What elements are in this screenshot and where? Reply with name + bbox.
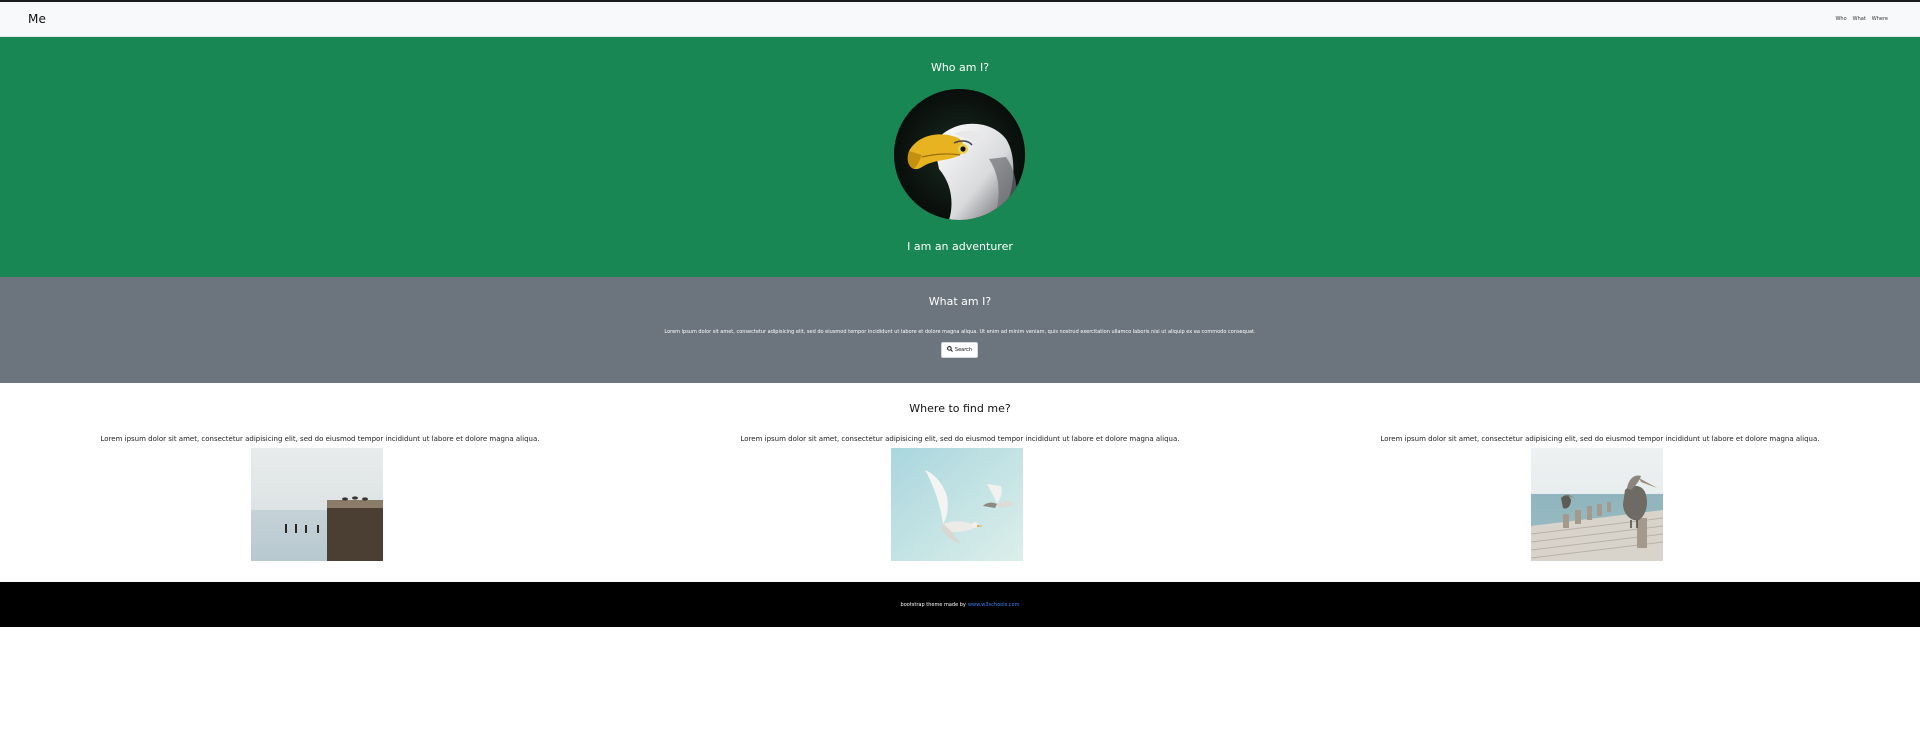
search-button[interactable]: Search [941, 342, 978, 358]
seagulls-flying-image [891, 448, 1023, 561]
nav-link-who[interactable]: Who [1835, 16, 1846, 22]
nav-links: Who What Where [1835, 16, 1892, 22]
search-button-label: Search [954, 347, 973, 353]
brand-link[interactable]: Me [28, 12, 46, 26]
pelican-on-dock-image [1531, 448, 1663, 561]
where-title: Where to find me? [909, 402, 1011, 415]
nav-link-what[interactable]: What [1853, 16, 1866, 22]
navbar: Me Who What Where [0, 2, 1920, 37]
birds-on-pier-image [251, 448, 383, 561]
where-caption-3: Lorem ipsum dolor sit amet, consectetur … [1380, 435, 1820, 443]
what-description: Lorem ipsum dolor sit amet, consectetur … [664, 329, 1256, 335]
footer-text: bootstrap theme made by [900, 601, 966, 608]
nav-link-where[interactable]: Where [1872, 16, 1888, 22]
who-title: Who am I? [930, 61, 990, 74]
where-caption-1: Lorem ipsum dolor sit amet, consectetur … [100, 435, 540, 443]
page-bottom-space [0, 627, 1920, 730]
where-column-2: Lorem ipsum dolor sit amet, consectetur … [640, 435, 1280, 561]
what-title: What am I? [928, 295, 992, 308]
search-icon [947, 346, 953, 354]
what-section: What am I? Lorem ipsum dolor sit amet, c… [0, 277, 1920, 383]
eagle-avatar-image [894, 89, 1025, 220]
where-caption-2: Lorem ipsum dolor sit amet, consectetur … [740, 435, 1180, 443]
footer: bootstrap theme made by www.w3schools.co… [0, 582, 1920, 627]
where-section: Where to find me? Lorem ipsum dolor sit … [0, 383, 1920, 582]
who-subtitle: I am an adventurer [907, 240, 1013, 253]
where-column-1: Lorem ipsum dolor sit amet, consectetur … [0, 435, 640, 561]
footer-link[interactable]: www.w3schools.com [968, 602, 1020, 608]
who-section: Who am I? I am an adventurer [0, 37, 1920, 277]
where-column-3: Lorem ipsum dolor sit amet, consectetur … [1280, 435, 1920, 561]
